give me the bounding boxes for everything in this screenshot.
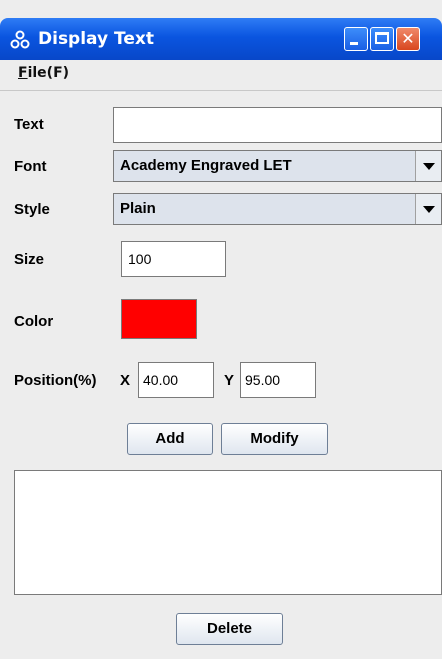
maximize-button[interactable] xyxy=(370,27,394,51)
title-bar[interactable]: Display Text ✕ xyxy=(0,18,442,60)
size-input[interactable]: 100 xyxy=(121,241,226,277)
x-input[interactable]: 40.00 xyxy=(138,362,214,398)
delete-button[interactable]: Delete xyxy=(176,613,283,645)
menu-file-label: ile(F) xyxy=(27,65,70,81)
y-input[interactable]: 95.00 xyxy=(240,362,316,398)
display-text-window: Display Text ✕ File(F) Text Font Academy… xyxy=(0,0,442,659)
text-input[interactable] xyxy=(113,107,442,143)
chevron-down-icon[interactable] xyxy=(415,194,441,224)
close-button[interactable]: ✕ xyxy=(396,27,420,51)
window-title: Display Text xyxy=(38,29,154,49)
x-label: X xyxy=(120,372,131,389)
font-label: Font xyxy=(14,158,47,175)
minimize-button[interactable] xyxy=(344,27,368,51)
position-label: Position(%) xyxy=(14,372,97,389)
chevron-down-icon[interactable] xyxy=(415,151,441,181)
maximize-icon xyxy=(375,32,389,44)
add-button[interactable]: Add xyxy=(127,423,213,455)
style-select-value: Plain xyxy=(120,200,156,217)
app-link-icon xyxy=(10,30,30,50)
text-label: Text xyxy=(14,116,44,133)
font-select-value: Academy Engraved LET xyxy=(120,157,292,174)
minimize-icon xyxy=(350,42,358,45)
y-label: Y xyxy=(224,372,235,389)
style-label: Style xyxy=(14,201,50,218)
text-list[interactable] xyxy=(14,470,442,595)
menu-file[interactable]: File(F) xyxy=(18,65,69,81)
color-label: Color xyxy=(14,313,54,330)
menu-bar: File(F) xyxy=(0,60,442,91)
menu-file-mnemonic: F xyxy=(18,65,28,81)
size-label: Size xyxy=(14,251,45,268)
font-select[interactable]: Academy Engraved LET xyxy=(113,150,442,182)
close-icon: ✕ xyxy=(401,29,415,48)
color-swatch[interactable] xyxy=(121,299,197,339)
style-select[interactable]: Plain xyxy=(113,193,442,225)
modify-button[interactable]: Modify xyxy=(221,423,328,455)
